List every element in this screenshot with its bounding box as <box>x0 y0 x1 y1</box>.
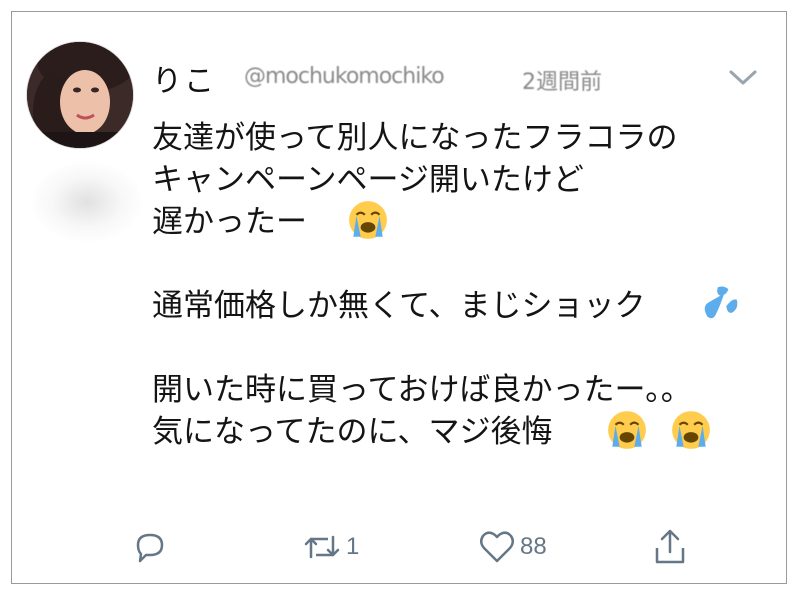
loudly-crying-face-icon <box>672 410 711 449</box>
tweet-text: 友達が使って別人になったフラコラの キャンペーンページ開いたけど 遅かったー 通… <box>152 117 762 453</box>
like-count: 88 <box>520 533 547 560</box>
retweet-button[interactable]: 1 <box>302 527 359 567</box>
display-name[interactable]: りこ <box>152 56 216 100</box>
retweet-icon <box>304 535 340 559</box>
tweet-line: 開いた時に買っておけば良かったー。。 <box>152 372 692 408</box>
retweet-count: 1 <box>346 533 360 560</box>
tweet-line: 気になってたのに、マジ後悔 <box>152 414 553 450</box>
share-icon <box>655 529 685 564</box>
avatar[interactable] <box>26 41 134 149</box>
user-handle[interactable]: @mochukomochiko <box>244 64 445 89</box>
share-button[interactable] <box>652 527 688 567</box>
tweet-line: 遅かったー <box>152 204 307 240</box>
reply-button[interactable] <box>132 527 168 567</box>
tweet-card: りこ @mochukomochiko 2週間前 友達が使って別人になったフラコラ… <box>11 11 787 584</box>
tweet-line: 通常価格しか無くて、まじショック <box>152 288 646 324</box>
loudly-crying-face-icon <box>608 410 647 449</box>
tweet-line: 友達が使って別人になったフラコラの <box>152 120 678 156</box>
blurred-region <box>32 162 142 242</box>
like-button[interactable]: 88 <box>478 527 547 567</box>
reply-icon <box>136 533 164 563</box>
chevron-down-icon[interactable] <box>728 68 758 88</box>
sweat-droplets-icon <box>705 286 738 318</box>
heart-icon <box>480 531 514 563</box>
loudly-crying-face-icon <box>348 200 387 239</box>
tweet-line: キャンペーンページ開いたけど <box>152 162 584 198</box>
timestamp[interactable]: 2週間前 <box>522 64 602 96</box>
